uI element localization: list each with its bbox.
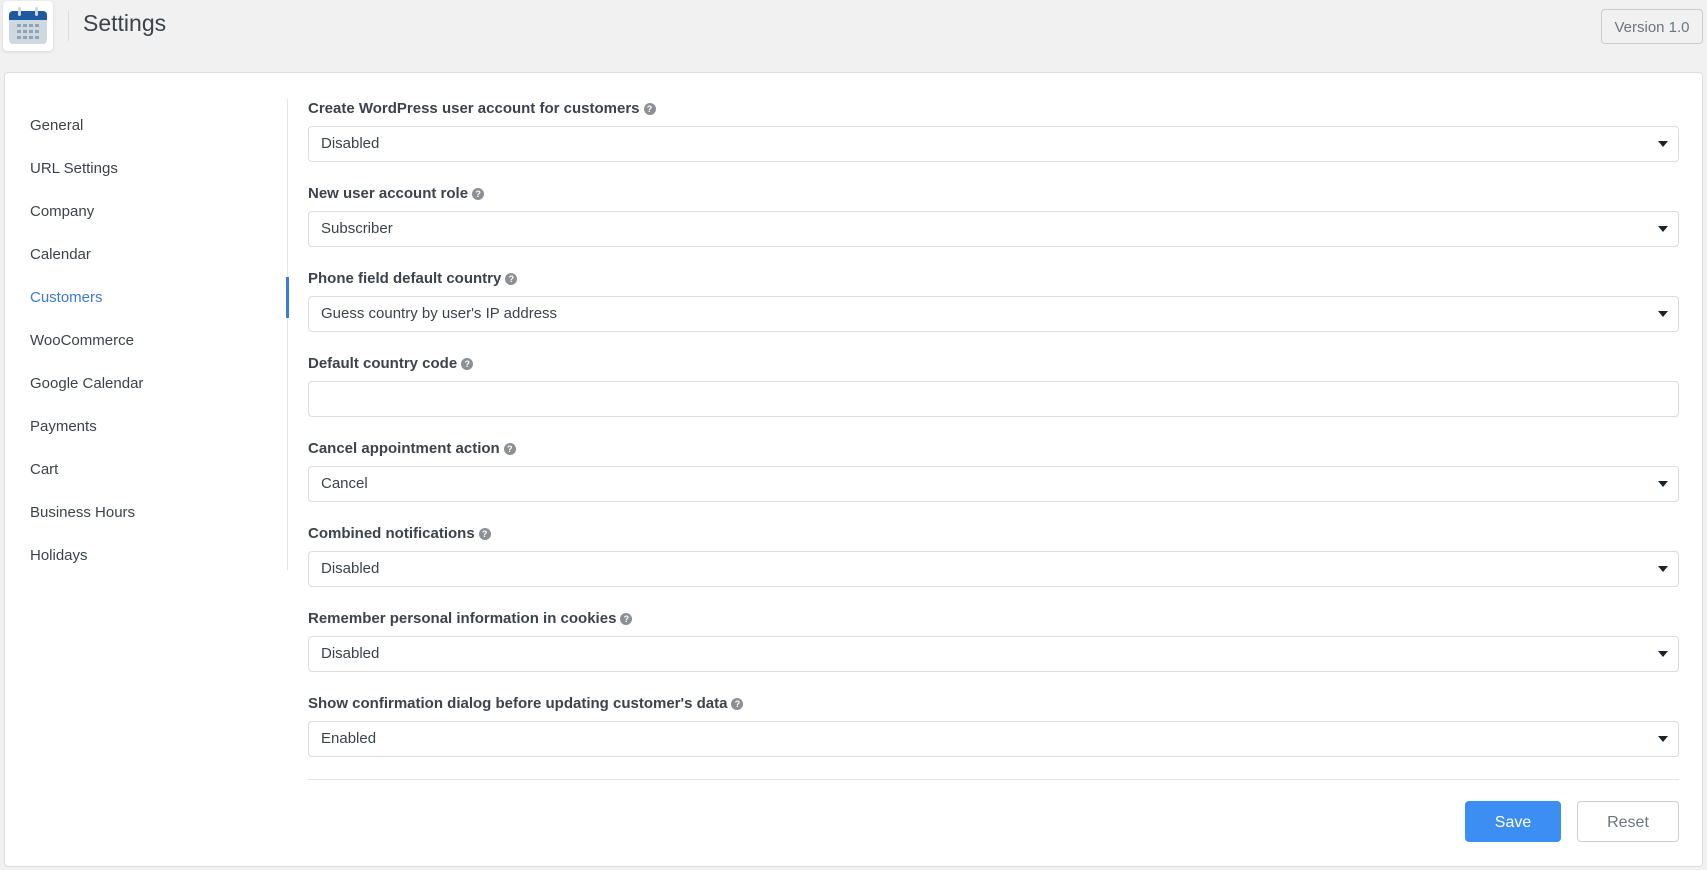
- page-title: Settings: [83, 10, 167, 36]
- save-button[interactable]: Save: [1465, 801, 1561, 842]
- sidebar-item-business-hours[interactable]: Business Hours: [30, 498, 135, 528]
- form-divider: [308, 779, 1679, 780]
- caret-down-icon: [1658, 311, 1668, 317]
- field-label: Combined notifications: [308, 525, 475, 542]
- active-indicator: [286, 277, 289, 318]
- field-confirmation-dialog: Show confirmation dialog before updating…: [308, 693, 1679, 757]
- help-icon[interactable]: ?: [643, 103, 656, 115]
- select-value: Cancel: [321, 475, 368, 492]
- sidebar-item-google-calendar[interactable]: Google Calendar: [30, 369, 143, 399]
- field-label: Phone field default country: [308, 270, 502, 287]
- caret-down-icon: [1658, 481, 1668, 487]
- field-phone-default-country: Phone field default country? Guess count…: [308, 268, 1679, 332]
- reset-button[interactable]: Reset: [1577, 801, 1679, 842]
- help-icon[interactable]: ?: [505, 273, 518, 285]
- settings-card: General URL Settings Company Calendar Cu…: [4, 72, 1703, 867]
- remember-personal-info-select[interactable]: Disabled: [308, 636, 1679, 672]
- calendar-icon: [9, 7, 47, 44]
- help-icon[interactable]: ?: [731, 698, 744, 710]
- confirmation-dialog-select[interactable]: Enabled: [308, 721, 1679, 757]
- sidebar-item-calendar[interactable]: Calendar: [30, 240, 91, 270]
- version-button[interactable]: Version 1.0: [1601, 9, 1703, 44]
- caret-down-icon: [1658, 226, 1668, 232]
- select-value: Guess country by user's IP address: [321, 305, 558, 322]
- new-user-role-select[interactable]: Subscriber: [308, 211, 1679, 247]
- select-value: Subscriber: [321, 220, 393, 237]
- field-label: Remember personal information in cookies: [308, 610, 617, 627]
- help-icon[interactable]: ?: [620, 613, 633, 625]
- sidebar-item-woocommerce[interactable]: WooCommerce: [30, 326, 134, 356]
- field-new-user-role: New user account role? Subscriber: [308, 183, 1679, 247]
- select-value: Disabled: [321, 560, 380, 577]
- sidebar-item-payments[interactable]: Payments: [30, 412, 97, 442]
- sidebar-item-general[interactable]: General: [30, 111, 83, 141]
- select-value: Enabled: [321, 730, 377, 747]
- field-create-wp-account: Create WordPress user account for custom…: [308, 98, 1679, 162]
- field-label: Show confirmation dialog before updating…: [308, 695, 728, 712]
- header-divider: [68, 11, 69, 41]
- field-remember-personal-info: Remember personal information in cookies…: [308, 608, 1679, 672]
- page-header: Settings Version 1.0: [0, 0, 1707, 72]
- field-label: Create WordPress user account for custom…: [308, 100, 640, 117]
- sidebar-item-url-settings[interactable]: URL Settings: [30, 154, 118, 184]
- sidebar-item-cart[interactable]: Cart: [30, 455, 58, 485]
- default-country-code-input[interactable]: [308, 381, 1679, 417]
- caret-down-icon: [1658, 566, 1668, 572]
- help-icon[interactable]: ?: [503, 443, 516, 455]
- help-icon[interactable]: ?: [461, 358, 474, 370]
- help-icon[interactable]: ?: [472, 188, 485, 200]
- select-value: Disabled: [321, 135, 380, 152]
- sidebar-item-holidays[interactable]: Holidays: [30, 541, 88, 571]
- caret-down-icon: [1658, 141, 1668, 147]
- field-label: New user account role: [308, 185, 469, 202]
- field-default-country-code: Default country code?: [308, 353, 1679, 417]
- select-value: Disabled: [321, 645, 380, 662]
- combined-notifications-select[interactable]: Disabled: [308, 551, 1679, 587]
- help-icon[interactable]: ?: [478, 528, 491, 540]
- field-combined-notifications: Combined notifications? Disabled: [308, 523, 1679, 587]
- sidebar-item-company[interactable]: Company: [30, 197, 94, 227]
- cancel-appointment-action-select[interactable]: Cancel: [308, 466, 1679, 502]
- caret-down-icon: [1658, 651, 1668, 657]
- field-label: Default country code: [308, 355, 458, 372]
- field-cancel-appointment-action: Cancel appointment action? Cancel: [308, 438, 1679, 502]
- phone-default-country-select[interactable]: Guess country by user's IP address: [308, 296, 1679, 332]
- app-logo: [3, 1, 53, 51]
- settings-sidebar: General URL Settings Company Calendar Cu…: [5, 99, 289, 571]
- caret-down-icon: [1658, 736, 1668, 742]
- create-wp-account-select[interactable]: Disabled: [308, 126, 1679, 162]
- field-label: Cancel appointment action: [308, 440, 500, 457]
- sidebar-item-customers[interactable]: Customers: [30, 283, 103, 313]
